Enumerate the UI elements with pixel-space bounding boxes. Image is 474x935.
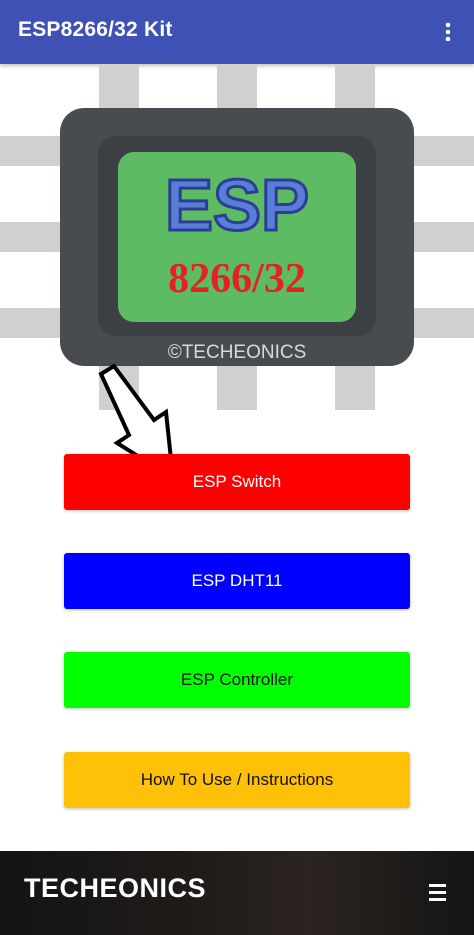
watermark: ©TECHEONICS — [168, 342, 307, 363]
chip-illustration: ESP 8266/32 ©TECHEONICS — [0, 64, 474, 482]
footer-banner: TECHEONICS — [0, 851, 474, 935]
app-bar: ESP8266/32 Kit — [0, 0, 474, 64]
more-vert-icon — [445, 22, 451, 42]
esp-dht11-button[interactable]: ESP DHT11 — [64, 553, 410, 609]
esp-controller-button[interactable]: ESP Controller — [64, 652, 410, 708]
esp-switch-button[interactable]: ESP Switch — [64, 454, 410, 510]
footer-brand[interactable]: TECHEONICS — [24, 873, 206, 904]
overflow-menu-button[interactable] — [428, 12, 468, 52]
app-title: ESP8266/32 Kit — [18, 18, 173, 41]
chip-label-model: 8266/32 — [168, 256, 306, 302]
hamburger-menu-icon[interactable] — [422, 877, 452, 907]
chip-label-esp: ESP — [165, 166, 309, 246]
instructions-button[interactable]: How To Use / Instructions — [64, 752, 410, 808]
